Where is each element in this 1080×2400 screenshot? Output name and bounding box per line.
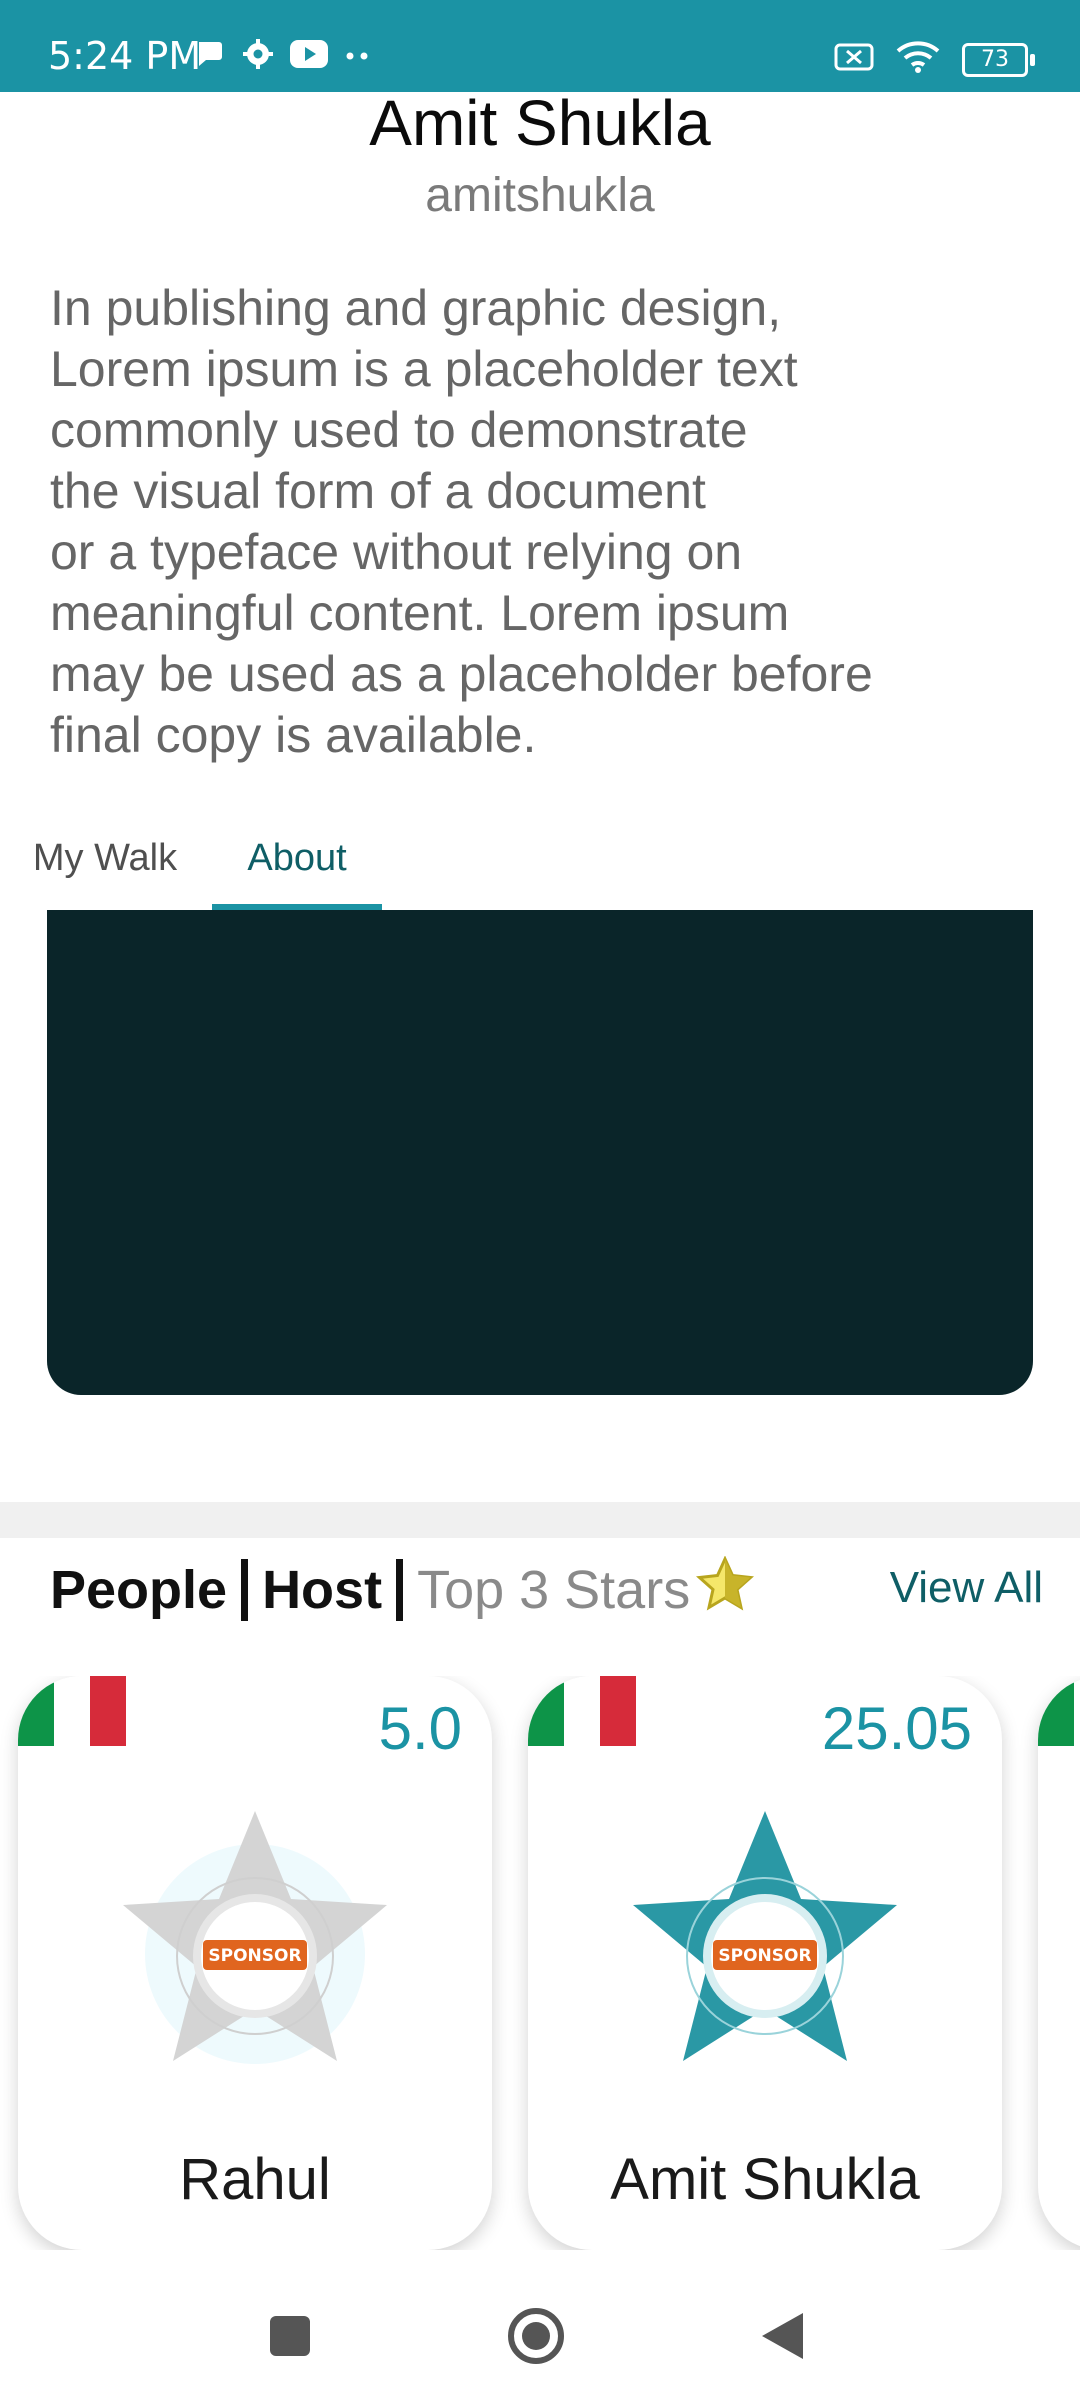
about-video-panel[interactable]: [47, 910, 1033, 1395]
person-name: Rahul: [179, 2147, 331, 2212]
no-sim-icon: [834, 42, 874, 77]
section-divider: [0, 1502, 1080, 1538]
sponsor-star-badge-icon: SPONSOR: [610, 1806, 920, 2106]
top3-stars-filter[interactable]: Top 3 Stars: [417, 1559, 690, 1621]
separator: [396, 1559, 404, 1621]
status-time: 5:24 PM: [48, 34, 202, 78]
youtube-icon: [290, 40, 328, 73]
status-bar: 5:24 PM 73: [0, 0, 1080, 92]
battery-icon: 73: [962, 42, 1035, 77]
badge-text: SPONSOR: [718, 1946, 811, 1966]
badge-text: SPONSOR: [208, 1946, 301, 1966]
people-cards: 5.0 SPONSOR Rahul 25.05 SPONSOR Amit Shu…: [0, 1676, 1080, 2250]
person-name: Amit Shukla: [610, 2147, 920, 2212]
italy-flag-icon: [1038, 1676, 1080, 1746]
people-header: People Host Top 3 Stars: [50, 1554, 755, 1625]
gear-icon: [242, 38, 274, 75]
separator: [241, 1559, 249, 1621]
person-card[interactable]: 25.05 SPONSOR Amit Shukla: [528, 1676, 1002, 2250]
wifi-icon: [896, 40, 940, 79]
view-all-link[interactable]: View All: [890, 1563, 1043, 1613]
tab-my-walk[interactable]: My Walk: [20, 808, 190, 908]
person-card[interactable]: [1038, 1676, 1080, 2250]
home-icon[interactable]: [506, 2306, 566, 2366]
bio-line: commonly used to demonstrate: [50, 402, 748, 458]
status-icons-right: 73: [834, 40, 1035, 79]
tab-about[interactable]: About: [212, 808, 382, 908]
star-icon: [696, 1554, 755, 1625]
person-card[interactable]: 5.0 SPONSOR Rahul: [18, 1676, 492, 2250]
bio-line: In publishing and graphic design,: [50, 280, 782, 336]
chat-icon: [196, 39, 226, 74]
bio-line: or a typeface without relying on: [50, 524, 743, 580]
more-dots-icon: [344, 48, 372, 66]
bio-line: meaningful content. Lorem ipsum: [50, 585, 790, 641]
bio-line: Lorem ipsum is a placeholder text: [50, 341, 798, 397]
recent-apps-icon[interactable]: [260, 2306, 320, 2366]
profile-bio: In publishing and graphic design, Lorem …: [50, 278, 1040, 766]
bio-line: the visual form of a document: [50, 463, 706, 519]
people-filter[interactable]: People: [50, 1559, 227, 1621]
host-filter[interactable]: Host: [262, 1559, 382, 1621]
person-score: 25.05: [821, 1695, 972, 1762]
bio-line: may be used as a placeholder before: [50, 646, 873, 702]
person-score: 5.0: [378, 1695, 462, 1762]
back-icon[interactable]: [752, 2306, 812, 2366]
profile-name: Amit Shukla: [369, 87, 711, 159]
status-icons-left: [196, 38, 372, 75]
profile-username: amitshukla: [425, 169, 655, 222]
sponsor-star-badge-icon: SPONSOR: [100, 1806, 410, 2106]
italy-flag-icon: [528, 1676, 636, 1746]
profile-tabs: My Walk About: [0, 808, 1080, 910]
bio-line: final copy is available.: [50, 707, 537, 763]
italy-flag-icon: [18, 1676, 126, 1746]
system-nav-bar: [0, 2268, 1080, 2400]
